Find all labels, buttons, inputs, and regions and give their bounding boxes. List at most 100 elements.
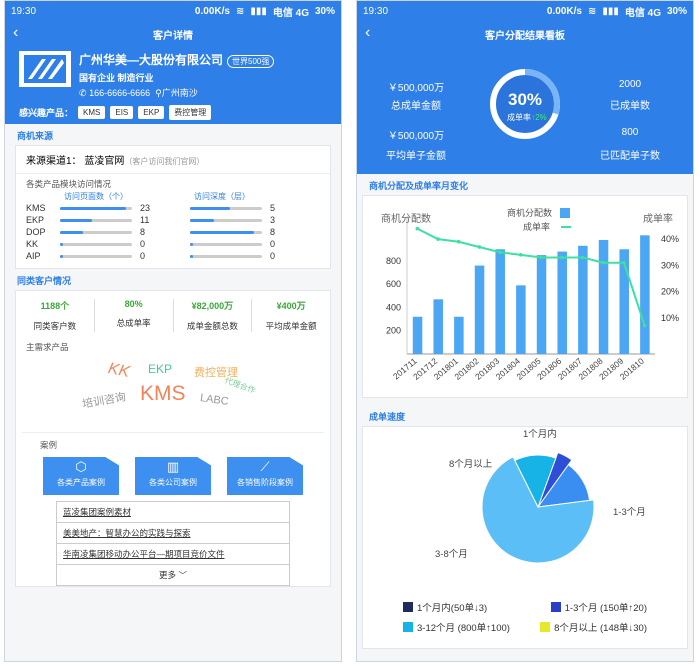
allocation-dashboard-screen: 19:30 0.00K/s ≋ ▮▮▮ 电信 4G 30% ‹ 客户分配结果看板 ￥50… <box>356 0 694 662</box>
case-buttons: ⬡ 各类产品案例 ▥ 各类公司案例 ⟋ 各销售阶段案例 <box>16 455 330 501</box>
depth-bar-fill <box>190 242 193 246</box>
carrier: 电信 4G <box>624 7 661 19</box>
product-cases-button[interactable]: ⬡ 各类产品案例 <box>43 457 119 495</box>
depth-bar-row: 8 <box>190 226 320 238</box>
carrier: 电信 4G <box>272 7 309 19</box>
bar-201804 <box>516 285 526 354</box>
stat-value: ¥400万 <box>276 301 306 311</box>
speed-pie-chart: 1个月内 1-3个月 3-8个月 8个月以上 <box>435 428 646 564</box>
back-icon[interactable]: ‹ <box>13 24 18 42</box>
product-name: EKP <box>26 215 45 225</box>
rate-point <box>477 245 482 249</box>
pages-value: 8 <box>140 227 146 237</box>
rate-point <box>518 253 523 257</box>
company-cases-button[interactable]: ▥ 各类公司案例 <box>135 457 211 495</box>
product-name: KK <box>26 239 39 249</box>
company-location: 广州南沙 <box>161 88 198 98</box>
product-name: DOP <box>26 227 46 237</box>
case-link[interactable]: 美美地产：智慧办公的实践与探索 <box>57 523 289 544</box>
net-speed: 0.00K/s <box>546 5 582 17</box>
pages-bar-row: 0 <box>60 238 190 250</box>
y2-axis-label: 成单率 <box>643 212 673 225</box>
nav-bar: ‹ 客户详情 <box>5 21 341 47</box>
case-link[interactable]: 蓝凌集团案例素材 <box>57 502 289 523</box>
section-title-trend: 商机分配及成单率月变化 <box>369 181 469 191</box>
fortune-badge: 世界500强 <box>227 55 275 68</box>
matched-count: 800 <box>621 127 639 138</box>
rate-point <box>622 260 626 265</box>
matched-label: 已匹配单子数 <box>600 151 660 162</box>
product-tag[interactable]: EIS <box>110 106 134 119</box>
button-label: 各销售阶段案例 <box>237 478 293 487</box>
net-speed: 0.00K/s <box>194 5 230 17</box>
cloud-word: KMS <box>140 382 186 405</box>
cloud-word: EKP <box>148 362 173 376</box>
product-tag[interactable]: 费控管理 <box>169 105 212 120</box>
depth-bar-fill <box>190 254 193 258</box>
stat-label: 总成单率 <box>116 318 151 328</box>
rate-line <box>416 227 646 326</box>
cases-title: 案例 <box>22 432 324 455</box>
stat-value: ¥82,000万 <box>191 301 234 311</box>
company-phone[interactable]: 166-6666-6666 <box>89 88 150 98</box>
pages-bar-fill <box>60 242 63 246</box>
case-link[interactable]: 华南凌集团移动办公平台—期项目竞价文件 <box>57 544 289 565</box>
bar-201802 <box>474 265 485 354</box>
bar-track <box>190 242 262 246</box>
pages-bar-fill <box>60 254 63 258</box>
stat-value: 80% <box>124 299 143 309</box>
rate-point <box>456 239 461 244</box>
stat-item: ¥400万 平均成单金额 <box>252 299 330 332</box>
stat-item: ¥82,000万 成单金额总数 <box>174 299 253 332</box>
pie-label: 8个月以上 <box>449 459 493 470</box>
stage-cases-button[interactable]: ⟋ 各销售阶段案例 <box>227 457 303 495</box>
product-tag[interactable]: KMS <box>78 106 106 119</box>
bar-track <box>60 218 132 222</box>
rate-point <box>560 255 564 260</box>
depth-value: 0 <box>270 239 276 249</box>
legend-item: 8个月以上 (148单↓30) <box>540 620 647 634</box>
y-tick-label: 400 <box>386 302 401 312</box>
avg-amount-label: 平均单子金额 <box>386 151 446 162</box>
button-label: 各类公司案例 <box>149 478 197 487</box>
box-icon: ⬡ <box>75 459 87 474</box>
y2-tick-label: 10% <box>661 313 679 323</box>
bar-201806 <box>557 251 567 354</box>
depth-bar-fill <box>190 218 214 222</box>
cloud-word: LABC <box>199 392 230 408</box>
bar-track <box>190 230 262 234</box>
bar-track <box>190 218 262 222</box>
more-button[interactable]: 更多 ﹀ <box>57 565 289 585</box>
depth-bar-row: 3 <box>190 214 320 226</box>
signal-icon: ▮▮▮ <box>250 5 267 17</box>
pages-bar-row: 23 <box>60 202 190 214</box>
section-title-similar: 同类客户情况 <box>17 276 72 286</box>
back-icon[interactable]: ‹ <box>365 24 370 42</box>
legend-item: 1个月内(50单↓3) <box>403 600 487 614</box>
pie-label: 1-3个月 <box>613 507 646 518</box>
source-channel-note: （客户访问我们官网） <box>124 157 205 166</box>
rate-point <box>601 260 606 265</box>
rate-point <box>580 255 585 260</box>
x-tick-label: 201810 <box>618 356 646 382</box>
pie-legend: 1个月内(50单↓3) 1-3个月 (150单↑20) 3-12个月 (800单… <box>363 592 687 648</box>
pages-value: 0 <box>140 239 146 249</box>
legend-text: 1个月内(50单↓3) <box>417 603 488 614</box>
pages-bar-fill <box>60 230 84 234</box>
stairs-icon: ⟋ <box>260 459 270 474</box>
status-time: 19:30 <box>363 5 389 17</box>
chevron-down-icon: ﹀ <box>178 570 187 580</box>
pages-header: 访问页面数（个） <box>64 192 128 201</box>
status-bar: 19:30 0.00K/s ≋ ▮▮▮ 电信 4G 30% <box>5 1 341 21</box>
rate-point <box>642 323 647 328</box>
bar-201712 <box>433 299 443 354</box>
y-tick-label: 200 <box>386 326 401 336</box>
signal-icon: ▮▮▮ <box>602 5 619 17</box>
depth-bar-fill <box>190 230 254 234</box>
bar-201711 <box>412 316 423 354</box>
depth-value: 0 <box>270 251 276 261</box>
cloud-word: 代理合作 <box>223 375 257 396</box>
legend-item: 3-12个月 (800单↑100) <box>403 620 510 634</box>
product-tag[interactable]: EKP <box>138 106 165 119</box>
legend-text: 8个月以上 (148单↓30) <box>554 623 647 634</box>
